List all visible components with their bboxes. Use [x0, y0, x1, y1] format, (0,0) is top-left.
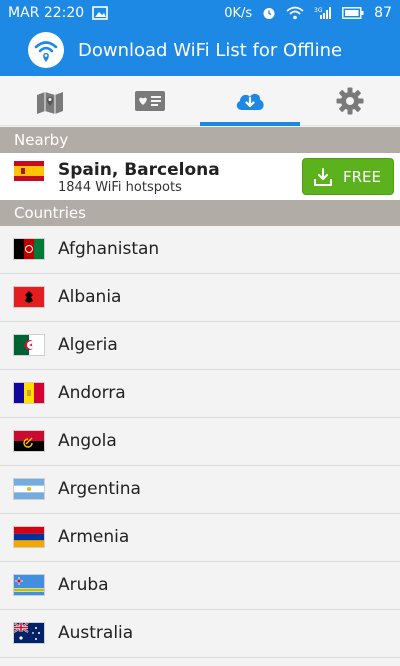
favorites-card-icon	[134, 90, 166, 112]
battery-icon	[342, 7, 364, 19]
andorra-flag-icon	[14, 383, 44, 403]
cell-signal-icon: 3G	[314, 6, 332, 20]
country-row-argentina[interactable]: Argentina	[0, 466, 400, 514]
country-row-angola[interactable]: Angola	[0, 418, 400, 466]
nearby-hotspot-count: 1844 WiFi hotspots	[58, 180, 182, 195]
country-name: Andorra	[58, 383, 126, 403]
svg-text:3G: 3G	[314, 7, 323, 14]
status-bar: MAR 22:20 0K/s 3G 87	[0, 0, 400, 28]
spain-flag-icon	[14, 161, 44, 181]
wifi-signal-icon	[286, 6, 304, 20]
afghanistan-flag-icon	[14, 239, 44, 259]
nearby-location: Spain, Barcelona	[58, 160, 220, 180]
country-row-albania[interactable]: Albania	[0, 274, 400, 322]
country-row-aruba[interactable]: Aruba	[0, 562, 400, 610]
country-name: Afghanistan	[58, 239, 160, 259]
country-name: Algeria	[58, 335, 118, 355]
tab-map[interactable]	[0, 76, 100, 126]
map-icon	[35, 86, 65, 116]
gallery-notification-icon	[92, 6, 108, 20]
countries-header: Countries	[0, 200, 400, 226]
tab-settings[interactable]	[300, 76, 400, 126]
aruba-flag-icon	[14, 575, 44, 595]
tab-favorites[interactable]	[100, 76, 200, 126]
country-name: Australia	[58, 623, 134, 643]
country-name: Angola	[58, 431, 117, 451]
country-list: Afghanistan Albania Algeria Andorra Ango…	[0, 226, 400, 658]
tab-bar	[0, 76, 400, 126]
wifi-location-icon	[28, 32, 64, 68]
country-row-afghanistan[interactable]: Afghanistan	[0, 226, 400, 274]
country-row-armenia[interactable]: Armenia	[0, 514, 400, 562]
nearby-item[interactable]: Spain, Barcelona 1844 WiFi hotspots FREE	[0, 153, 400, 200]
country-row-andorra[interactable]: Andorra	[0, 370, 400, 418]
cloud-download-icon	[233, 88, 267, 114]
alarm-icon	[262, 6, 276, 20]
country-row-australia[interactable]: Australia	[0, 610, 400, 658]
battery-level: 87	[374, 5, 392, 21]
country-name: Argentina	[58, 479, 141, 499]
albania-flag-icon	[14, 287, 44, 307]
armenia-flag-icon	[14, 527, 44, 547]
free-download-button[interactable]: FREE	[302, 158, 394, 195]
nearby-header: Nearby	[0, 127, 400, 153]
free-button-label: FREE	[343, 167, 382, 186]
status-time: MAR 22:20	[8, 5, 85, 21]
tab-download[interactable]	[200, 76, 300, 126]
country-name: Aruba	[58, 575, 109, 595]
data-rate: 0K/s	[224, 5, 253, 21]
download-tray-icon	[313, 167, 333, 187]
country-name: Armenia	[58, 527, 130, 547]
active-tab-indicator	[200, 122, 300, 126]
country-row-algeria[interactable]: Algeria	[0, 322, 400, 370]
algeria-flag-icon	[14, 335, 44, 355]
argentina-flag-icon	[14, 479, 44, 499]
angola-flag-icon	[14, 431, 44, 451]
app-title: Download WiFi List for Offline	[78, 40, 343, 61]
gear-icon	[335, 86, 365, 116]
country-name: Albania	[58, 287, 122, 307]
australia-flag-icon	[14, 623, 44, 643]
app-bar: Download WiFi List for Offline	[0, 28, 400, 76]
